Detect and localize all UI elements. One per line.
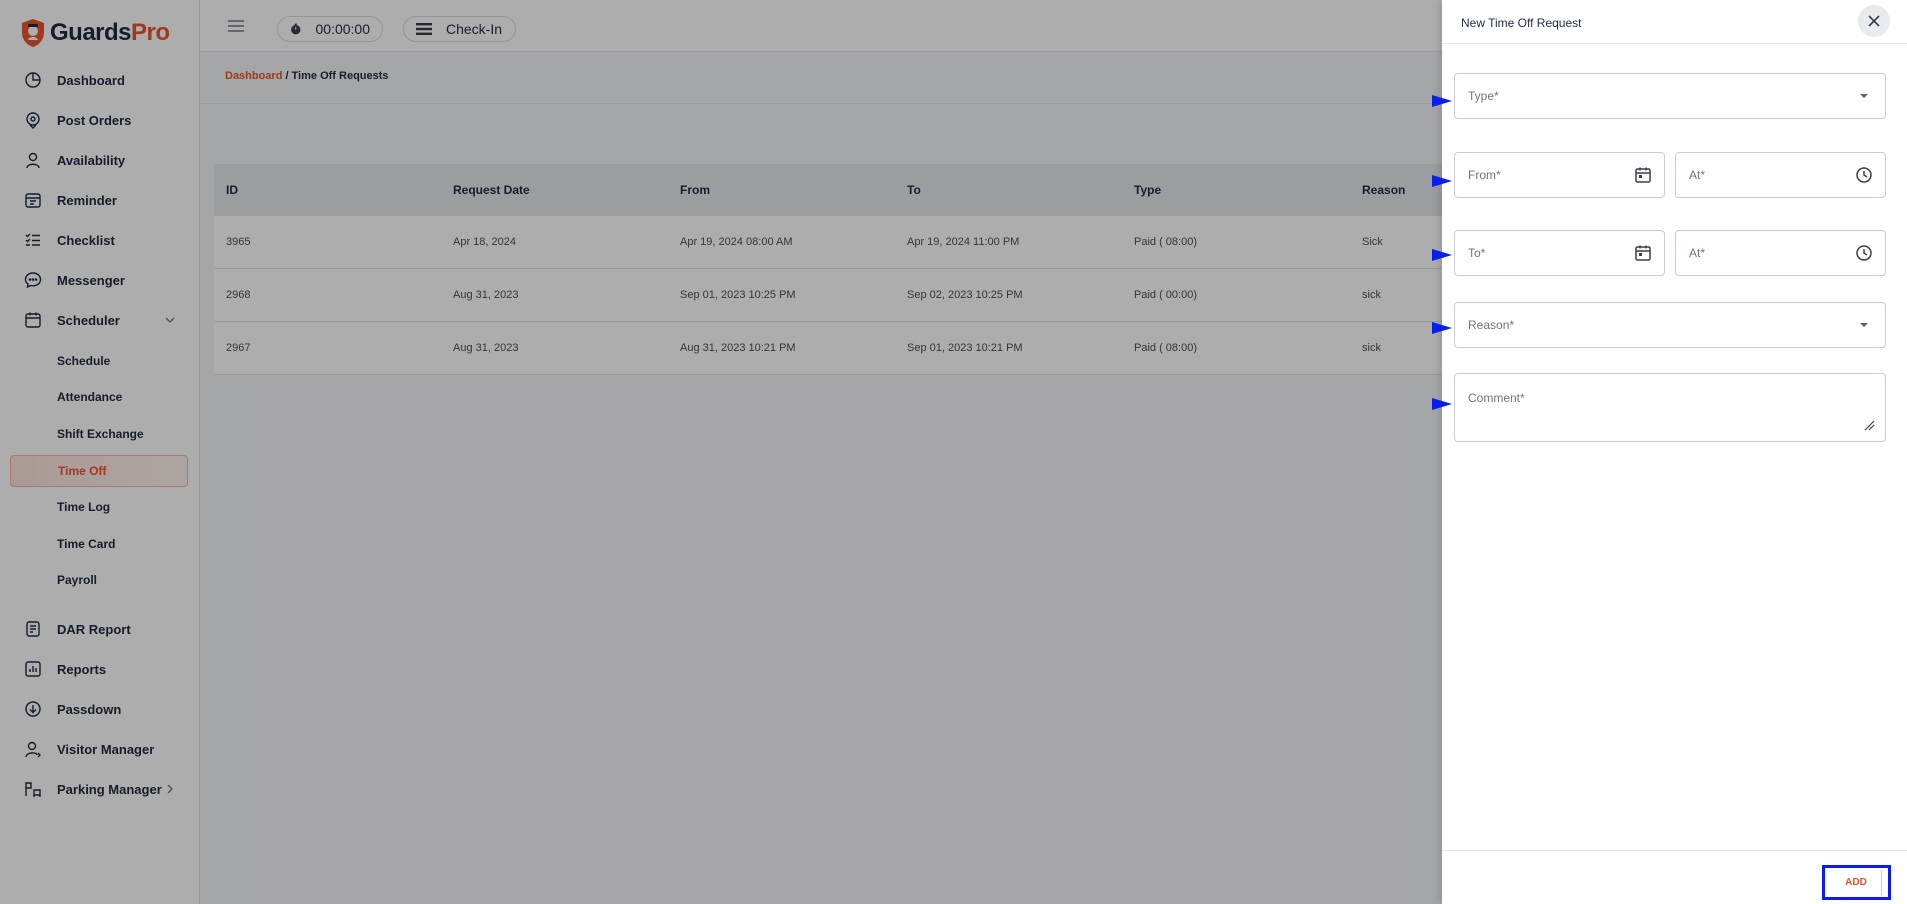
type-placeholder: Type* bbox=[1468, 89, 1499, 103]
highlight-arrow bbox=[1432, 95, 1452, 107]
add-label: ADD bbox=[1845, 877, 1867, 888]
from-time-field[interactable]: At* bbox=[1675, 152, 1886, 198]
new-time-off-drawer: New Time Off Request Type* From* At* To*… bbox=[1432, 0, 1907, 904]
type-select[interactable]: Type* bbox=[1454, 73, 1886, 119]
clock-icon[interactable] bbox=[1855, 244, 1873, 262]
drawer-title: New Time Off Request bbox=[1461, 16, 1582, 30]
comment-textarea[interactable]: Comment* bbox=[1454, 373, 1886, 442]
caret-down-icon bbox=[1860, 94, 1868, 98]
to-placeholder: To* bbox=[1468, 246, 1486, 260]
highlight-arrow bbox=[1432, 175, 1452, 187]
to-time-field[interactable]: At* bbox=[1675, 230, 1886, 276]
add-button-inner: ADD bbox=[1832, 870, 1882, 895]
caret-down-icon bbox=[1860, 323, 1868, 327]
highlight-arrow bbox=[1432, 322, 1452, 334]
modal-overlay[interactable] bbox=[0, 0, 1442, 904]
clock-icon[interactable] bbox=[1855, 166, 1873, 184]
comment-placeholder: Comment* bbox=[1468, 391, 1525, 405]
from-at-placeholder: At* bbox=[1689, 168, 1706, 182]
highlight-arrow bbox=[1432, 398, 1452, 410]
calendar-icon[interactable] bbox=[1634, 166, 1652, 184]
from-placeholder: From* bbox=[1468, 168, 1501, 182]
drawer-divider bbox=[1442, 43, 1907, 44]
close-button[interactable] bbox=[1858, 5, 1890, 37]
from-date-field[interactable]: From* bbox=[1454, 152, 1665, 198]
reason-placeholder: Reason* bbox=[1468, 318, 1515, 332]
drawer-footer-divider bbox=[1442, 850, 1907, 851]
to-date-field[interactable]: To* bbox=[1454, 230, 1665, 276]
resize-handle-icon[interactable] bbox=[1863, 419, 1875, 431]
calendar-icon[interactable] bbox=[1634, 244, 1652, 262]
close-icon bbox=[1868, 15, 1880, 27]
reason-select[interactable]: Reason* bbox=[1454, 302, 1886, 348]
add-button[interactable]: ADD bbox=[1822, 865, 1891, 900]
to-at-placeholder: At* bbox=[1689, 246, 1706, 260]
highlight-arrow bbox=[1432, 249, 1452, 261]
